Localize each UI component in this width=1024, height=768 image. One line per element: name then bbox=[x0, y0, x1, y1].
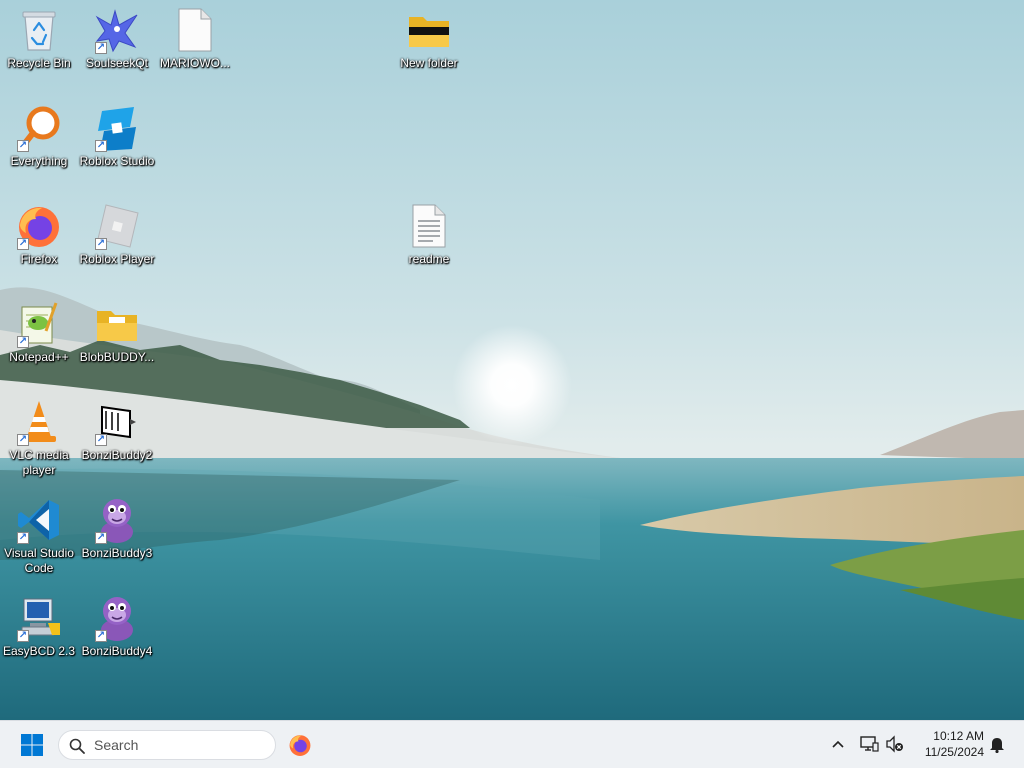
desktop-icon-roblox-player[interactable]: ↗ Roblox Player bbox=[78, 198, 156, 267]
desktop-icon-label: BonziBuddy4 bbox=[81, 644, 153, 658]
desktop-icon-bonzibuddy3[interactable]: ↗ BonziBuddy3 bbox=[78, 492, 156, 561]
shortcut-arrow-icon: ↗ bbox=[95, 42, 107, 54]
taskbar-clock[interactable]: 10:12 AM 11/25/2024 bbox=[914, 728, 984, 760]
desktop-icon-blobbuddy[interactable]: BlobBUDDY... bbox=[78, 296, 156, 365]
text-document-icon bbox=[405, 202, 453, 250]
notification-bell-icon bbox=[990, 738, 1004, 753]
shortcut-arrow-icon: ↗ bbox=[17, 238, 29, 250]
taskbar: Search 10:12 AM 11/25/2024 bbox=[0, 720, 1024, 768]
desktop-icon-everything[interactable]: ↗ Everything bbox=[0, 100, 78, 169]
vscode-icon: ↗ bbox=[15, 496, 63, 544]
desktop-icon-label: Firefox bbox=[20, 252, 58, 266]
shortcut-arrow-icon: ↗ bbox=[17, 434, 29, 446]
desktop-icon-easybcd[interactable]: ↗ EasyBCD 2.3 bbox=[0, 590, 78, 659]
shortcut-arrow-icon: ↗ bbox=[95, 238, 107, 250]
shortcut-arrow-icon: ↗ bbox=[17, 630, 29, 642]
desktop-icon-vlc[interactable]: ↗ VLC media player bbox=[0, 394, 78, 478]
desktop-icon-label: Everything bbox=[10, 154, 68, 168]
shortcut-arrow-icon: ↗ bbox=[95, 434, 107, 446]
desktop-icon-label: MARIOWO... bbox=[160, 56, 230, 70]
desktop-icon-label: readme bbox=[408, 252, 450, 266]
shortcut-arrow-icon: ↗ bbox=[95, 630, 107, 642]
roblox-studio-icon: ↗ bbox=[93, 104, 141, 152]
shortcut-arrow-icon: ↗ bbox=[17, 532, 29, 544]
desktop-icon-label: BonziBuddy3 bbox=[81, 546, 153, 560]
network-status-button[interactable] bbox=[858, 733, 880, 755]
desktop-icon-label: Visual Studio Code bbox=[4, 546, 74, 575]
network-icon bbox=[860, 736, 879, 752]
desktop-area: Recycle Bin ↗ SoulseekQt MARIOWO... New … bbox=[0, 0, 1024, 720]
folder-icon bbox=[93, 300, 141, 348]
desktop-icon-readme[interactable]: readme bbox=[390, 198, 468, 267]
desktop-icon-bonzibuddy4[interactable]: ↗ BonziBuddy4 bbox=[78, 590, 156, 659]
recycle-bin-icon bbox=[15, 6, 63, 54]
shortcut-arrow-icon: ↗ bbox=[95, 140, 107, 152]
show-hidden-icons-button[interactable] bbox=[827, 733, 849, 755]
taskbar-firefox-button[interactable] bbox=[284, 729, 316, 761]
chevron-up-icon bbox=[832, 740, 844, 748]
notepadpp-icon: ↗ bbox=[15, 300, 63, 348]
desktop-icon-mariowo[interactable]: MARIOWO... bbox=[156, 2, 234, 71]
windows-logo-icon bbox=[21, 734, 43, 756]
folder-icon bbox=[405, 6, 453, 54]
desktop-icon-firefox[interactable]: ↗ Firefox bbox=[0, 198, 78, 267]
desktop-icon-label: Notepad++ bbox=[9, 350, 69, 364]
everything-magnifier-icon: ↗ bbox=[15, 104, 63, 152]
shortcut-arrow-icon: ↗ bbox=[95, 532, 107, 544]
firefox-icon: ↗ bbox=[15, 202, 63, 250]
desktop-icon-label: Roblox Player bbox=[79, 252, 155, 266]
desktop-icon-label: Recycle Bin bbox=[7, 56, 71, 70]
shortcut-arrow-icon: ↗ bbox=[17, 336, 29, 348]
notification-center-button[interactable] bbox=[986, 733, 1008, 755]
desktop-icon-label: BlobBUDDY... bbox=[79, 350, 155, 364]
volume-muted-icon bbox=[886, 735, 903, 753]
bonzibuddy2-icon: ↗ bbox=[93, 398, 141, 446]
clock-time: 10:12 AM bbox=[933, 729, 984, 743]
desktop-icon-label: SoulseekQt bbox=[85, 56, 149, 70]
desktop-icon-label: EasyBCD 2.3 bbox=[2, 644, 76, 658]
desktop-icon-soulseekqt[interactable]: ↗ SoulseekQt bbox=[78, 2, 156, 71]
easybcd-icon: ↗ bbox=[15, 594, 63, 642]
desktop-icon-label: BonziBuddy2 bbox=[81, 448, 153, 462]
desktop-icon-label: Roblox Studio bbox=[79, 154, 155, 168]
search-placeholder: Search bbox=[94, 737, 139, 753]
search-icon bbox=[69, 738, 85, 754]
bonzi-gorilla-icon: ↗ bbox=[93, 496, 141, 544]
desktop-icon-roblox-studio[interactable]: ↗ Roblox Studio bbox=[78, 100, 156, 169]
desktop-icon-new-folder[interactable]: New folder bbox=[390, 2, 468, 71]
desktop-icon-vscode[interactable]: ↗ Visual Studio Code bbox=[0, 492, 78, 576]
desktop-icon-label: New folder bbox=[400, 56, 458, 70]
clock-date: 11/25/2024 bbox=[924, 745, 984, 759]
blank-file-icon bbox=[171, 6, 219, 54]
bonzi-gorilla-icon: ↗ bbox=[93, 594, 141, 642]
start-button[interactable] bbox=[14, 729, 50, 761]
desktop-icon-recycle-bin[interactable]: Recycle Bin bbox=[0, 2, 78, 71]
desktop-icon-notepadpp[interactable]: ↗ Notepad++ bbox=[0, 296, 78, 365]
roblox-player-icon: ↗ bbox=[93, 202, 141, 250]
desktop-icon-label: VLC media player bbox=[9, 448, 69, 477]
soulseek-bird-icon: ↗ bbox=[93, 6, 141, 54]
volume-button[interactable] bbox=[884, 733, 906, 755]
desktop-icon-bonzibuddy2[interactable]: ↗ BonziBuddy2 bbox=[78, 394, 156, 463]
shortcut-arrow-icon: ↗ bbox=[17, 140, 29, 152]
vlc-cone-icon: ↗ bbox=[15, 398, 63, 446]
taskbar-search-box[interactable]: Search bbox=[58, 730, 276, 760]
firefox-icon bbox=[289, 735, 311, 756]
